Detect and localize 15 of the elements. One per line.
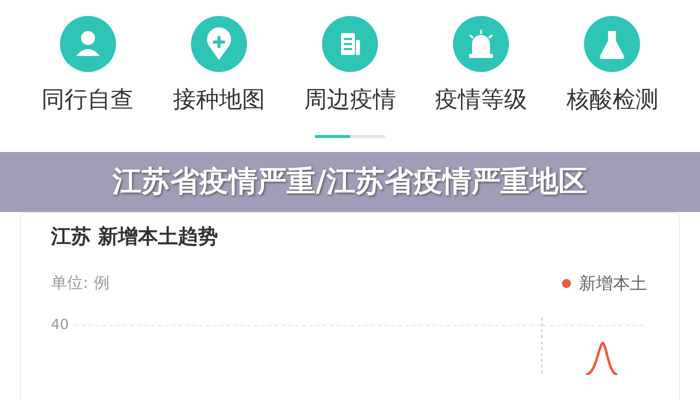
unit-label: 单位: 例 [51, 273, 110, 294]
shortcut-label[interactable]: 周边疫情 [304, 84, 396, 115]
person-icon[interactable] [60, 16, 116, 72]
card-title: 江苏 新增本土趋势 [51, 223, 219, 250]
shortcut-label[interactable]: 接种地图 [172, 84, 265, 115]
alarm-light-icon[interactable] [453, 16, 510, 72]
location-pin-icon[interactable] [190, 16, 247, 72]
shortcut-label[interactable]: 同行自查 [42, 84, 134, 115]
document-icon[interactable] [322, 16, 378, 72]
shortcut-label[interactable]: 核酸检测 [566, 84, 658, 115]
flask-icon[interactable] [584, 16, 640, 72]
shortcut-label[interactable]: 疫情等级 [435, 84, 528, 115]
axis-tick-label: 40 [51, 317, 69, 333]
legend-label: 新增本土 [579, 273, 647, 295]
banner-title: 江苏省疫情严重/江苏省疫情严重地区 [112, 163, 588, 200]
